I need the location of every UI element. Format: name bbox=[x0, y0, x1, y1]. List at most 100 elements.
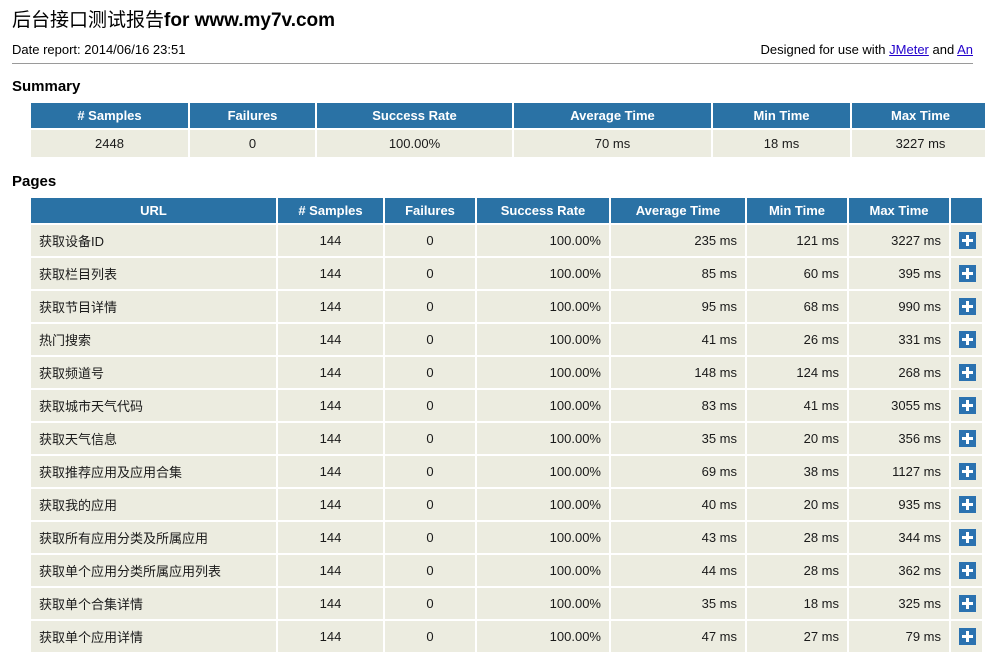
row-cell-success-rate: 100.00% bbox=[477, 456, 609, 487]
plus-icon[interactable] bbox=[959, 628, 976, 646]
row-cell-failures: 0 bbox=[385, 489, 475, 520]
row-cell-samples: 144 bbox=[278, 357, 383, 388]
summary-col-average-time: Average Time bbox=[514, 103, 711, 128]
pages-col-max-time: Max Time bbox=[849, 198, 949, 223]
row-cell-samples: 144 bbox=[278, 588, 383, 619]
date-report: Date report: 2014/06/16 23:51 bbox=[12, 42, 186, 57]
row-cell-success-rate: 100.00% bbox=[477, 324, 609, 355]
summary-cell-min-time: 18 ms bbox=[713, 130, 850, 157]
row-cell-success-rate: 100.00% bbox=[477, 423, 609, 454]
table-row: 获取频道号 144 0 100.00% 148 ms 124 ms 268 ms bbox=[31, 357, 982, 388]
row-cell-min-time: 26 ms bbox=[747, 324, 847, 355]
summary-table-wrap: # Samples Failures Success Rate Average … bbox=[12, 101, 985, 159]
pages-col-samples: # Samples bbox=[278, 198, 383, 223]
plus-icon[interactable] bbox=[959, 364, 976, 382]
pages-col-url: URL bbox=[31, 198, 276, 223]
row-cell-samples: 144 bbox=[278, 423, 383, 454]
plus-icon[interactable] bbox=[959, 298, 976, 316]
row-cell-failures: 0 bbox=[385, 588, 475, 619]
row-cell-min-time: 60 ms bbox=[747, 258, 847, 289]
pages-table-body: 获取设备ID 144 0 100.00% 235 ms 121 ms 3227 ms 获取栏目… bbox=[31, 225, 982, 652]
table-row: 获取推荐应用及应用合集 144 0 100.00% 69 ms 38 ms 1127 ms bbox=[31, 456, 982, 487]
row-cell-expand bbox=[951, 225, 982, 256]
plus-icon[interactable] bbox=[959, 562, 976, 580]
row-cell-max-time: 935 ms bbox=[849, 489, 949, 520]
row-cell-expand bbox=[951, 588, 982, 619]
row-cell-min-time: 18 ms bbox=[747, 588, 847, 619]
row-cell-samples: 144 bbox=[278, 324, 383, 355]
summary-col-samples: # Samples bbox=[31, 103, 188, 128]
row-cell-max-time: 1127 ms bbox=[849, 456, 949, 487]
row-cell-min-time: 41 ms bbox=[747, 390, 847, 421]
summary-cell-average-time: 70 ms bbox=[514, 130, 711, 157]
table-row: 热门搜索 144 0 100.00% 41 ms 26 ms 331 ms bbox=[31, 324, 982, 355]
summary-cell-samples: 2448 bbox=[31, 130, 188, 157]
row-cell-failures: 0 bbox=[385, 522, 475, 553]
table-row: 获取单个合集详情 144 0 100.00% 35 ms 18 ms 325 ms bbox=[31, 588, 982, 619]
summary-row: 2448 0 100.00% 70 ms 18 ms 3227 ms bbox=[31, 130, 985, 157]
plus-icon[interactable] bbox=[959, 529, 976, 547]
row-cell-failures: 0 bbox=[385, 621, 475, 652]
table-row: 获取节目详情 144 0 100.00% 95 ms 68 ms 990 ms bbox=[31, 291, 982, 322]
plus-icon[interactable] bbox=[959, 397, 976, 415]
pages-table: URL # Samples Failures Success Rate Aver… bbox=[29, 196, 984, 654]
row-cell-success-rate: 100.00% bbox=[477, 390, 609, 421]
row-cell-failures: 0 bbox=[385, 423, 475, 454]
pages-col-success-rate: Success Rate bbox=[477, 198, 609, 223]
row-cell-average-time: 40 ms bbox=[611, 489, 745, 520]
report-subheader: Date report: 2014/06/16 23:51 Designed f… bbox=[12, 42, 973, 63]
row-cell-min-time: 28 ms bbox=[747, 555, 847, 586]
plus-icon[interactable] bbox=[959, 463, 976, 481]
row-cell-expand bbox=[951, 258, 982, 289]
plus-icon[interactable] bbox=[959, 496, 976, 514]
plus-icon[interactable] bbox=[959, 595, 976, 613]
row-cell-expand bbox=[951, 621, 982, 652]
row-cell-failures: 0 bbox=[385, 456, 475, 487]
row-cell-expand bbox=[951, 291, 982, 322]
row-cell-max-time: 990 ms bbox=[849, 291, 949, 322]
ant-link[interactable]: An bbox=[957, 42, 973, 57]
row-cell-expand bbox=[951, 423, 982, 454]
row-cell-samples: 144 bbox=[278, 555, 383, 586]
row-cell-url: 获取所有应用分类及所属应用 bbox=[31, 522, 276, 553]
row-cell-expand bbox=[951, 522, 982, 553]
row-cell-min-time: 121 ms bbox=[747, 225, 847, 256]
table-row: 获取城市天气代码 144 0 100.00% 83 ms 41 ms 3055 ms bbox=[31, 390, 982, 421]
row-cell-min-time: 68 ms bbox=[747, 291, 847, 322]
page-title-ascii: for www.my7v.com bbox=[164, 10, 336, 31]
row-cell-samples: 144 bbox=[278, 258, 383, 289]
plus-icon[interactable] bbox=[959, 232, 976, 250]
summary-table: # Samples Failures Success Rate Average … bbox=[29, 101, 985, 159]
plus-icon[interactable] bbox=[959, 265, 976, 283]
row-cell-failures: 0 bbox=[385, 258, 475, 289]
table-row: 获取天气信息 144 0 100.00% 35 ms 20 ms 356 ms bbox=[31, 423, 982, 454]
row-cell-samples: 144 bbox=[278, 291, 383, 322]
table-row: 获取设备ID 144 0 100.00% 235 ms 121 ms 3227 ms bbox=[31, 225, 982, 256]
jmeter-link[interactable]: JMeter bbox=[889, 42, 929, 57]
table-row: 获取栏目列表 144 0 100.00% 85 ms 60 ms 395 ms bbox=[31, 258, 982, 289]
row-cell-expand bbox=[951, 390, 982, 421]
pages-col-min-time: Min Time bbox=[747, 198, 847, 223]
row-cell-average-time: 43 ms bbox=[611, 522, 745, 553]
row-cell-failures: 0 bbox=[385, 324, 475, 355]
row-cell-average-time: 95 ms bbox=[611, 291, 745, 322]
row-cell-average-time: 47 ms bbox=[611, 621, 745, 652]
row-cell-success-rate: 100.00% bbox=[477, 489, 609, 520]
designed-for-middle: and bbox=[928, 42, 958, 57]
row-cell-samples: 144 bbox=[278, 456, 383, 487]
plus-icon[interactable] bbox=[959, 430, 976, 448]
row-cell-success-rate: 100.00% bbox=[477, 588, 609, 619]
row-cell-failures: 0 bbox=[385, 357, 475, 388]
row-cell-max-time: 3055 ms bbox=[849, 390, 949, 421]
row-cell-average-time: 44 ms bbox=[611, 555, 745, 586]
pages-table-wrap: URL # Samples Failures Success Rate Aver… bbox=[12, 196, 984, 654]
row-cell-url: 获取天气信息 bbox=[31, 423, 276, 454]
row-cell-success-rate: 100.00% bbox=[477, 555, 609, 586]
summary-header-row: # Samples Failures Success Rate Average … bbox=[31, 103, 985, 128]
header-divider bbox=[12, 63, 973, 64]
row-cell-success-rate: 100.00% bbox=[477, 357, 609, 388]
page-title: 后台接口测试报告for www.my7v.com bbox=[12, 8, 973, 34]
row-cell-max-time: 325 ms bbox=[849, 588, 949, 619]
plus-icon[interactable] bbox=[959, 331, 976, 349]
row-cell-max-time: 3227 ms bbox=[849, 225, 949, 256]
